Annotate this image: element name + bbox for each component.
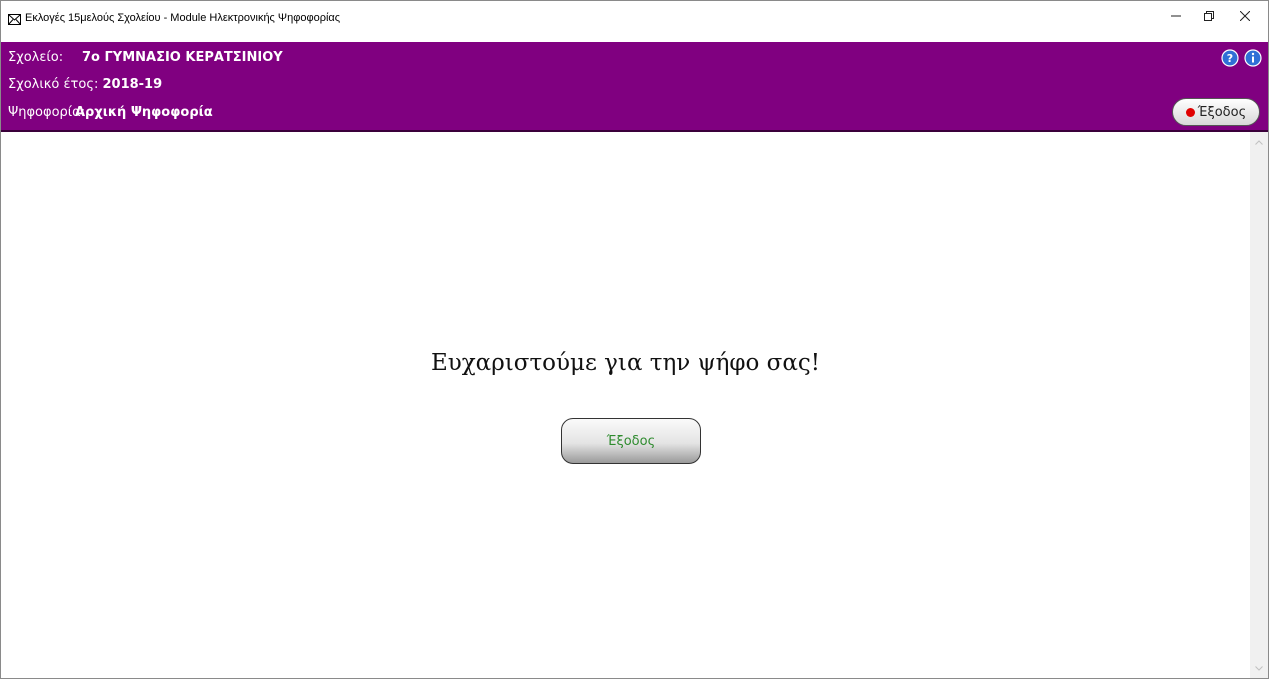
svg-text:?: ? <box>1227 52 1233 65</box>
exit-button[interactable]: Έξοδος <box>561 418 701 464</box>
scroll-down-button[interactable] <box>1250 660 1268 676</box>
restore-icon <box>1204 11 1214 21</box>
school-label: Σχολείο: <box>8 50 64 65</box>
close-button[interactable] <box>1222 1 1268 31</box>
thank-you-message: Ευχαριστούμε για την ψήφο σας! <box>430 350 821 376</box>
header-exit-label: Έξοδος <box>1197 104 1247 120</box>
main-content: Ευχαριστούμε για την ψήφο σας! Έξοδος <box>1 132 1250 678</box>
red-dot-icon <box>1185 107 1195 117</box>
scroll-up-button[interactable] <box>1250 134 1268 150</box>
vote-row: Ψηφοφορία:Αρχική Ψηφοφορία <box>8 105 213 120</box>
minimize-icon <box>1171 15 1181 17</box>
help-icon[interactable]: ? <box>1221 49 1239 67</box>
chevron-down-icon <box>1255 665 1263 671</box>
close-icon <box>1240 11 1250 21</box>
chevron-up-icon <box>1255 139 1263 145</box>
year-label: Σχολικό έτος: <box>8 77 99 92</box>
school-row: Σχολείο: 7ο ΓΥΜΝΑΣΙΟ ΚΕΡΑΤΣΙΝΙΟΥ <box>8 50 283 65</box>
vote-label: Ψηφοφορία: <box>8 105 86 120</box>
year-value: 2018-19 <box>102 77 163 92</box>
year-row: Σχολικό έτος: 2018-19 <box>8 77 162 92</box>
window-title: Εκλογές 15μελούς Σχολείου - Module Ηλεκτ… <box>25 12 341 24</box>
title-bar: Εκλογές 15μελούς Σχολείου - Module Ηλεκτ… <box>1 1 1268 41</box>
vote-value: Αρχική Ψηφοφορία <box>75 105 213 120</box>
vertical-scrollbar[interactable] <box>1250 132 1268 678</box>
info-header: Σχολείο: 7ο ΓΥΜΝΑΣΙΟ ΚΕΡΑΤΣΙΝΙΟΥ Σχολικό … <box>1 42 1268 132</box>
school-value: 7ο ΓΥΜΝΑΣΙΟ ΚΕΡΑΤΣΙΝΙΟΥ <box>82 50 283 65</box>
header-exit-button[interactable]: Έξοδος <box>1172 98 1260 126</box>
envelope-icon <box>8 14 21 25</box>
app-window: Εκλογές 15μελούς Σχολείου - Module Ηλεκτ… <box>0 0 1269 679</box>
info-icon[interactable] <box>1244 49 1262 67</box>
